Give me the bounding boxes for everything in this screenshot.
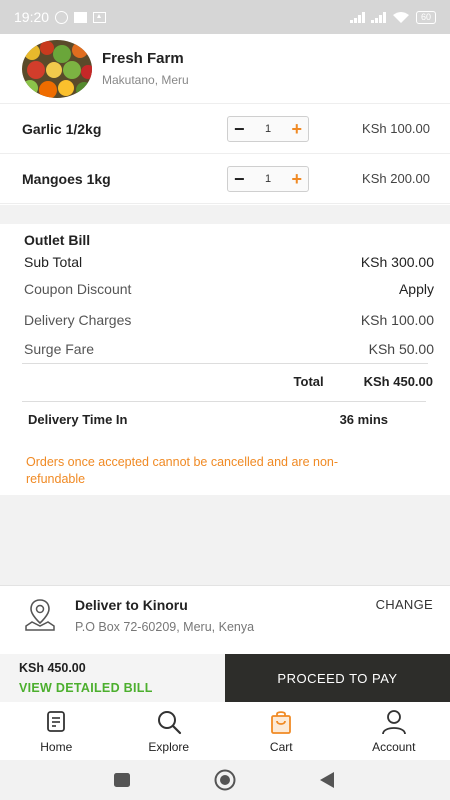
item-price: KSh 200.00 [362,171,430,186]
nav-explore[interactable]: Explore [113,702,226,760]
system-navigation-bar [0,760,450,800]
subtotal-label: Sub Total [24,254,83,270]
surge-fare-label: Surge Fare [24,341,95,357]
surge-fare-row: Surge Fare KSh 50.00 [24,341,434,357]
bill-title: Outlet Bill [24,232,91,248]
quantity-value: 1 [264,122,272,135]
store-avatar [22,39,92,98]
store-location: Makutano, Meru [102,73,189,87]
total-label: Total [293,374,324,389]
delivery-charges-row: Delivery Charges KSh 100.00 [24,312,434,328]
plus-icon[interactable]: + [291,170,302,188]
bottom-navigation: Home Explore Cart Account [0,702,450,760]
delivery-charges-label: Delivery Charges [24,312,132,328]
divider [22,363,428,364]
coupon-row: Coupon Discount Apply [24,281,434,297]
divider [22,401,426,402]
back-icon[interactable] [318,771,336,789]
store-header: Fresh Farm Makutano, Meru [0,34,450,104]
nav-account[interactable]: Account [338,702,450,760]
status-bar: 19:20 60 [0,0,450,34]
status-time: 19:20 [14,9,50,25]
delivery-time-label: Delivery Time In [28,412,128,427]
delivery-address-section: Deliver to Kinoru P.O Box 72-60209, Meru… [0,585,450,655]
change-address-button[interactable]: CHANGE [376,597,433,612]
item-name: Mangoes 1kg [22,170,111,187]
minus-icon[interactable]: − [234,120,245,138]
nav-label: Account [372,740,416,754]
recent-apps-icon[interactable] [113,772,131,788]
battery-icon: 60 [415,10,436,24]
checkout-bar: KSh 450.00 VIEW DETAILED BILL PROCEED TO… [0,654,450,702]
wifi-icon [392,11,409,23]
home-icon [47,711,66,732]
coupon-apply-link[interactable]: Apply [399,281,434,297]
quantity-stepper: − 1 + [227,165,309,192]
plus-icon[interactable]: + [291,120,302,138]
proceed-to-pay-button[interactable]: PROCEED TO PAY [225,654,450,702]
delivery-address: P.O Box 72-60209, Meru, Kenya [75,620,255,634]
subtotal-row: Sub Total KSh 300.00 [24,254,434,270]
alarm-icon [55,10,69,24]
section-divider [0,205,450,224]
delivery-time-value: 36 mins [339,412,388,427]
home-button-icon[interactable] [213,769,237,791]
signal-icon-2 [370,11,386,23]
map-pin-icon [25,599,55,631]
delivery-charges-value: KSh 100.00 [360,312,434,328]
notification-icon [74,11,88,23]
upload-icon [93,11,107,23]
search-icon [157,711,181,735]
account-icon [381,710,406,735]
cart-bag-icon [271,711,292,734]
item-name: Garlic 1/2kg [22,120,102,137]
minus-icon[interactable]: − [234,170,245,188]
cart-item: Garlic 1/2kg − 1 + KSh 100.00 [0,104,450,154]
quantity-stepper: − 1 + [227,115,309,142]
store-name: Fresh Farm [102,50,184,67]
nav-label: Home [40,740,73,754]
empty-space [0,495,450,585]
coupon-label: Coupon Discount [24,281,132,297]
checkout-summary: KSh 450.00 VIEW DETAILED BILL [0,654,225,702]
nav-cart[interactable]: Cart [225,702,338,760]
item-price: KSh 100.00 [362,121,430,136]
cart-item: Mangoes 1kg − 1 + KSh 200.00 [0,154,450,204]
delivery-time-row: Delivery Time In 36 mins [28,412,388,427]
checkout-total: KSh 450.00 [19,661,86,675]
nav-home[interactable]: Home [0,702,113,760]
surge-fare-value: KSh 50.00 [368,341,434,357]
refund-notice: Orders once accepted cannot be cancelled… [26,455,339,486]
nav-label: Cart [269,740,293,754]
total-value: KSh 450.00 [363,374,433,389]
nav-label: Explore [148,740,190,754]
total-row: Total KSh 450.00 [294,374,433,389]
quantity-value: 1 [264,172,272,185]
subtotal-value: KSh 300.00 [360,254,434,270]
signal-icon [349,11,365,23]
deliver-to-title: Deliver to Kinoru [75,597,188,613]
view-detailed-bill-link[interactable]: VIEW DETAILED BILL [19,681,225,695]
